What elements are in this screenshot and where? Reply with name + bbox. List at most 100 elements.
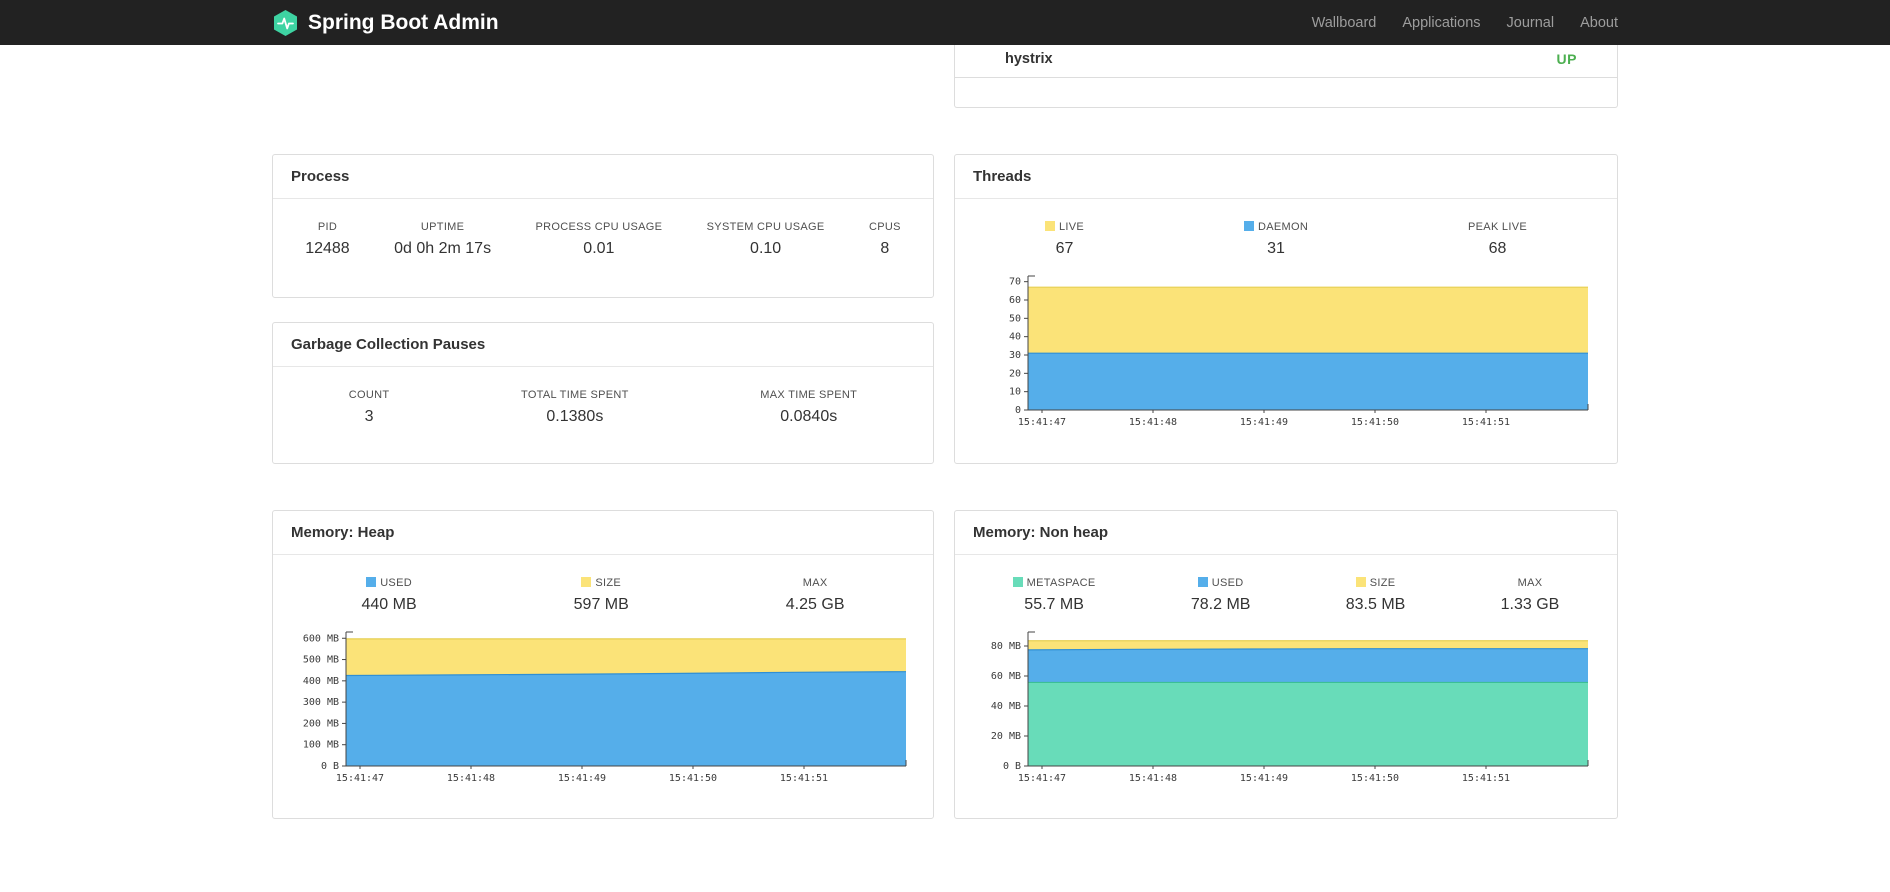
stat-system-cpu: SYSTEM CPU USAGE 0.10 bbox=[707, 221, 825, 258]
nav-links: Wallboard Applications Journal About bbox=[1299, 15, 1618, 31]
stat-value: 0.1380s bbox=[546, 408, 604, 425]
heap-chart: 0 B 100 MB 200 MB 300 MB 400 MB 500 MB 600 MB 1… bbox=[288, 626, 933, 797]
legend-label: MAX bbox=[802, 577, 828, 589]
applications-card: hystrix UP bbox=[954, 45, 1618, 108]
svg-text:15:41:47: 15:41:47 bbox=[1018, 417, 1066, 428]
legend-label: MAX bbox=[1517, 577, 1543, 589]
nav-link-wallboard[interactable]: Wallboard bbox=[1299, 15, 1390, 31]
stat-label: UPTIME bbox=[420, 221, 465, 233]
legend-label: METASPACE bbox=[1012, 577, 1096, 589]
legend-swatch-size bbox=[1355, 577, 1366, 587]
legend-label: LIVE bbox=[1044, 221, 1084, 233]
status-badge: UP bbox=[1556, 51, 1577, 67]
stat-value: 0.0840s bbox=[780, 408, 838, 425]
legend-size: SIZE 597 MB bbox=[574, 577, 629, 614]
stat-value: 12488 bbox=[305, 240, 350, 257]
nav-link-about[interactable]: About bbox=[1567, 15, 1618, 31]
svg-text:50: 50 bbox=[1009, 313, 1021, 324]
legend-value: 68 bbox=[1488, 240, 1507, 257]
legend-swatch-daemon bbox=[1243, 221, 1254, 231]
stat-gc-total-time: TOTAL TIME SPENT 0.1380s bbox=[521, 389, 629, 426]
stat-pid: PID 12488 bbox=[305, 221, 350, 258]
svg-text:15:41:47: 15:41:47 bbox=[1018, 773, 1066, 784]
svg-text:500 MB: 500 MB bbox=[303, 655, 339, 666]
svg-text:40: 40 bbox=[1009, 332, 1021, 343]
threads-legend: LIVE 67 DAEMON 31 PEAK LIVE 68 bbox=[955, 199, 1617, 270]
threads-chart: 0 10 20 30 40 50 60 70 15:41:47 15:41:48 15:41:49 1… bbox=[970, 270, 1617, 441]
stat-label: COUNT bbox=[348, 389, 390, 401]
legend-value: 440 MB bbox=[361, 596, 417, 613]
navbar-inner: Spring Boot Admin Wallboard Applications… bbox=[272, 9, 1618, 37]
threads-card: Threads LIVE 67 DAEMON 31 PEAK LIVE 68 0… bbox=[954, 154, 1618, 464]
stat-value: 3 bbox=[364, 408, 374, 425]
nav-link-journal[interactable]: Journal bbox=[1494, 15, 1568, 31]
svg-text:80 MB: 80 MB bbox=[991, 641, 1021, 652]
stat-label: PROCESS CPU USAGE bbox=[535, 221, 663, 233]
brand[interactable]: Spring Boot Admin bbox=[272, 9, 499, 37]
gc-card: Garbage Collection Pauses COUNT 3 TOTAL … bbox=[272, 322, 934, 464]
nav-link-applications[interactable]: Applications bbox=[1389, 15, 1493, 31]
svg-text:15:41:47: 15:41:47 bbox=[336, 773, 384, 784]
svg-text:0: 0 bbox=[1015, 405, 1021, 416]
svg-text:15:41:51: 15:41:51 bbox=[1462, 417, 1510, 428]
legend-value: 55.7 MB bbox=[1024, 596, 1084, 613]
process-stats: PID 12488 UPTIME 0d 0h 2m 17s PROCESS CP… bbox=[273, 199, 933, 270]
spring-boot-admin-logo-icon bbox=[272, 9, 299, 37]
svg-text:15:41:48: 15:41:48 bbox=[1129, 773, 1177, 784]
svg-text:40 MB: 40 MB bbox=[991, 701, 1021, 712]
application-name[interactable]: hystrix bbox=[1005, 51, 1053, 67]
stat-gc-max-time: MAX TIME SPENT 0.0840s bbox=[760, 389, 857, 426]
svg-text:15:41:49: 15:41:49 bbox=[1240, 417, 1288, 428]
memory-nonheap-card-title: Memory: Non heap bbox=[955, 511, 1617, 555]
svg-text:60 MB: 60 MB bbox=[991, 671, 1021, 682]
svg-text:20: 20 bbox=[1009, 368, 1021, 379]
svg-text:70: 70 bbox=[1009, 277, 1021, 288]
legend-value: 78.2 MB bbox=[1190, 596, 1251, 613]
legend-swatch-live bbox=[1044, 221, 1055, 231]
svg-text:30: 30 bbox=[1009, 350, 1021, 361]
stat-label: SYSTEM CPU USAGE bbox=[706, 221, 825, 233]
stat-process-cpu: PROCESS CPU USAGE 0.01 bbox=[536, 221, 663, 258]
stat-cpus: CPUS 8 bbox=[869, 221, 901, 258]
legend-used: USED 78.2 MB bbox=[1190, 577, 1251, 614]
threads-card-title: Threads bbox=[955, 155, 1617, 199]
stat-value: 0d 0h 2m 17s bbox=[394, 240, 492, 257]
legend-label: USED bbox=[362, 577, 417, 589]
svg-text:15:41:50: 15:41:50 bbox=[1351, 417, 1399, 428]
navbar: Spring Boot Admin Wallboard Applications… bbox=[0, 0, 1890, 45]
stat-gc-count: COUNT 3 bbox=[349, 389, 390, 426]
svg-text:10: 10 bbox=[1009, 387, 1021, 398]
legend-value: 4.25 GB bbox=[785, 596, 845, 613]
stat-uptime: UPTIME 0d 0h 2m 17s bbox=[394, 221, 491, 258]
legend-metaspace: METASPACE 55.7 MB bbox=[1012, 577, 1096, 614]
svg-text:400 MB: 400 MB bbox=[303, 676, 339, 687]
legend-label: PEAK LIVE bbox=[1468, 221, 1527, 233]
svg-text:15:41:48: 15:41:48 bbox=[1129, 417, 1177, 428]
gc-card-title: Garbage Collection Pauses bbox=[273, 323, 933, 367]
legend-peak-live: PEAK LIVE 68 bbox=[1468, 221, 1527, 258]
stat-label: TOTAL TIME SPENT bbox=[521, 389, 629, 401]
legend-value: 597 MB bbox=[573, 596, 629, 613]
svg-text:15:41:51: 15:41:51 bbox=[1462, 773, 1510, 784]
stat-label: CPUS bbox=[868, 221, 901, 233]
legend-swatch-used bbox=[1197, 577, 1208, 587]
svg-text:60: 60 bbox=[1009, 295, 1021, 306]
svg-text:15:41:51: 15:41:51 bbox=[780, 773, 828, 784]
svg-text:15:41:49: 15:41:49 bbox=[1240, 773, 1288, 784]
svg-text:200 MB: 200 MB bbox=[303, 718, 339, 729]
legend-label: USED bbox=[1191, 577, 1251, 589]
legend-value: 67 bbox=[1055, 240, 1074, 257]
legend-value: 31 bbox=[1267, 240, 1285, 257]
legend-label: SIZE bbox=[574, 577, 629, 589]
legend-swatch-used bbox=[366, 577, 377, 587]
legend-value: 83.5 MB bbox=[1345, 596, 1406, 613]
svg-text:20 MB: 20 MB bbox=[991, 731, 1021, 742]
svg-text:15:41:50: 15:41:50 bbox=[669, 773, 717, 784]
svg-text:15:41:48: 15:41:48 bbox=[447, 773, 495, 784]
legend-label: DAEMON bbox=[1243, 221, 1308, 233]
svg-text:100 MB: 100 MB bbox=[303, 740, 339, 751]
memory-heap-card-title: Memory: Heap bbox=[273, 511, 933, 555]
process-card-title: Process bbox=[273, 155, 933, 199]
svg-text:300 MB: 300 MB bbox=[303, 697, 339, 708]
nonheap-chart: 0 B 20 MB 40 MB 60 MB 80 MB 15:41:47 15:41:48 1… bbox=[970, 626, 1617, 797]
